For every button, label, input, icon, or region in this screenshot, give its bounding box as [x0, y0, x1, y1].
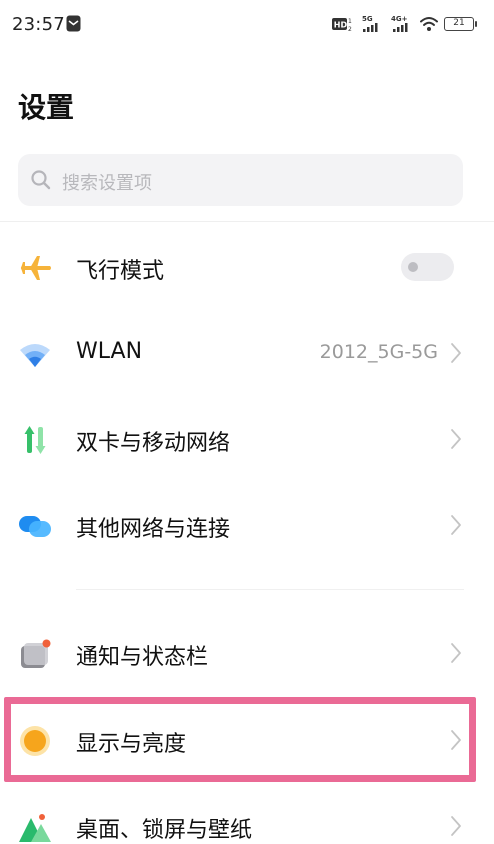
svg-text:5G: 5G	[362, 15, 373, 23]
wlan-network-name: 2012_5G-5G	[319, 341, 438, 363]
settings-item-label: 双卡与移动网络	[76, 431, 231, 456]
signal-4g-icon: 4G+	[391, 15, 408, 32]
hd-voice-icon: HD 1 2	[332, 18, 352, 33]
airplane-icon	[20, 256, 51, 280]
chevron-right-icon	[451, 643, 461, 663]
settings-item-label: WLAN	[76, 339, 143, 364]
chevron-right-icon	[451, 515, 461, 535]
battery-indicator: 21	[444, 17, 477, 31]
settings-item-label: 其他网络与连接	[76, 517, 231, 542]
mobile-data-icon	[24, 426, 46, 454]
settings-screen: 23:57 HD 1 2 5G 4G+ 21 设置 搜索设置项 飞行模式 WLA…	[0, 0, 494, 844]
search-icon	[31, 170, 51, 190]
display-highlight-frame	[4, 697, 476, 782]
settings-item-label: 桌面、锁屏与壁纸	[76, 818, 253, 843]
airplane-mode-toggle[interactable]	[401, 253, 454, 281]
settings-item-label: 飞行模式	[76, 259, 165, 284]
settings-item-notifications[interactable]: 通知与状态栏	[0, 623, 494, 683]
search-input[interactable]: 搜索设置项	[18, 154, 463, 206]
chevron-right-icon	[451, 429, 461, 449]
status-bar: 23:57 HD 1 2 5G 4G+ 21	[0, 0, 494, 50]
toggle-knob	[408, 262, 418, 272]
status-time: 23:57	[12, 14, 65, 35]
settings-item-other-networks[interactable]: 其他网络与连接	[0, 495, 494, 555]
chevron-right-icon	[451, 343, 461, 363]
group-divider	[76, 589, 464, 590]
connections-icon	[19, 516, 51, 537]
wallpaper-icon	[19, 814, 51, 842]
settings-item-wlan[interactable]: WLAN 2012_5G-5G	[0, 323, 494, 383]
svg-text:2: 2	[348, 26, 352, 33]
settings-item-label: 通知与状态栏	[76, 645, 209, 670]
settings-item-wallpaper[interactable]: 桌面、锁屏与壁纸	[0, 796, 494, 844]
settings-item-airplane-mode[interactable]: 飞行模式	[0, 237, 494, 297]
search-placeholder: 搜索设置项	[62, 173, 152, 194]
mail-notification-icon	[66, 15, 81, 32]
settings-item-dual-sim[interactable]: 双卡与移动网络	[0, 409, 494, 469]
svg-text:4G+: 4G+	[391, 15, 408, 23]
page-title: 设置	[18, 91, 75, 124]
signal-5g-icon: 5G	[362, 15, 378, 32]
svg-text:HD: HD	[334, 21, 348, 30]
svg-text:1: 1	[348, 18, 352, 25]
header-divider	[0, 221, 494, 222]
wifi-icon	[20, 344, 50, 367]
status-icons: HD 1 2 5G 4G+ 21	[332, 13, 477, 35]
notification-icon	[21, 639, 51, 668]
wifi-status-icon	[420, 17, 438, 31]
chevron-right-icon	[451, 816, 461, 836]
